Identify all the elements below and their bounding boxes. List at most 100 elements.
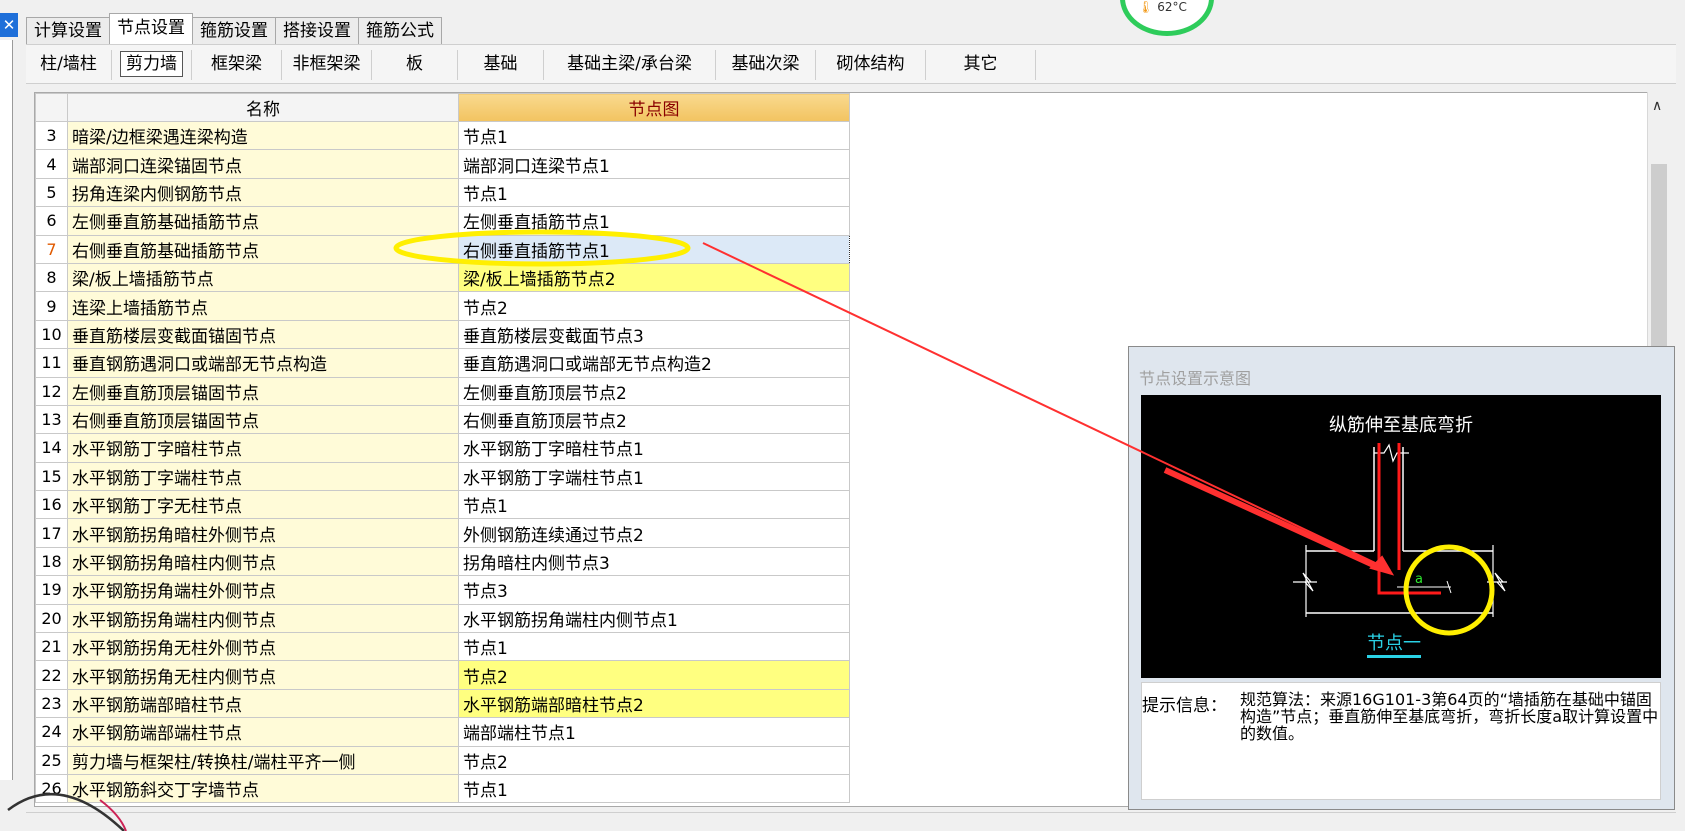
node-diagram-column-header: 节点图 xyxy=(458,93,850,122)
node-diagram-cell[interactable]: 端部端柱节点1 xyxy=(458,717,850,747)
node-diagram-cell[interactable]: 节点1 xyxy=(458,632,850,662)
subtab-non-frame-beam[interactable]: 非框架梁 xyxy=(282,50,372,80)
tab-node-settings[interactable]: 节点设置 xyxy=(109,13,193,44)
table-row[interactable]: 4 端部洞口连梁锚固节点 端部洞口连梁节点1 xyxy=(35,149,850,179)
subtab-label: 框架梁 xyxy=(211,54,262,74)
table-row[interactable]: 14 水平钢筋丁字暗柱节点 水平钢筋丁字暗柱节点1 xyxy=(35,433,850,463)
subtab-label: 柱/墙柱 xyxy=(40,54,97,74)
setting-name-cell: 端部洞口连梁锚固节点 xyxy=(67,149,459,179)
node-diagram-cell[interactable]: 节点2 xyxy=(458,291,850,321)
setting-name-cell: 左侧垂直筋基础插筋节点 xyxy=(67,206,459,236)
tab-lap-settings[interactable]: 搭接设置 xyxy=(275,17,359,44)
row-number: 26 xyxy=(35,773,68,804)
subtab-label: 砌体结构 xyxy=(836,54,905,74)
row-number-header xyxy=(35,93,68,122)
node-diagram-cell[interactable]: 左侧垂直插筋节点1 xyxy=(458,206,850,236)
table-row[interactable]: 9 连梁上墙插筋节点 节点2 xyxy=(35,291,850,321)
node-diagram-cell[interactable]: 水平钢筋端部暗柱节点2 xyxy=(458,688,850,719)
table-row[interactable]: 20 水平钢筋拐角端柱内侧节点 水平钢筋拐角端柱内侧节点1 xyxy=(35,603,850,634)
subtab-column[interactable]: 柱/墙柱 xyxy=(26,50,112,80)
subtab-other[interactable]: 其它 xyxy=(926,50,1036,80)
row-number: 7 xyxy=(35,234,68,264)
table-row[interactable]: 25 剪力墙与框架柱/转换柱/端柱平齐一侧 节点2 xyxy=(35,745,850,775)
row-number: 18 xyxy=(35,546,68,577)
row-number: 10 xyxy=(35,319,68,350)
subtab-frame-beam[interactable]: 框架梁 xyxy=(192,50,282,80)
table-row[interactable]: 24 水平钢筋端部端柱节点 端部端柱节点1 xyxy=(35,717,850,747)
table-row[interactable]: 18 水平钢筋拐角暗柱内侧节点 拐角暗柱内侧节点3 xyxy=(35,546,850,577)
setting-name-cell: 左侧垂直筋顶层锚固节点 xyxy=(67,376,459,406)
subtab-slab[interactable]: 板 xyxy=(372,50,458,80)
table-row[interactable]: 7 右侧垂直筋基础插筋节点 右侧垂直插筋节点1 xyxy=(35,234,850,264)
table-row[interactable]: 12 左侧垂直筋顶层锚固节点 左侧垂直筋顶层节点2 xyxy=(35,376,850,406)
tab-calc-settings[interactable]: 计算设置 xyxy=(26,17,110,44)
node-diagram-cell[interactable]: 梁/板上墙插筋节点2 xyxy=(458,262,850,293)
row-number: 5 xyxy=(35,177,68,208)
setting-name-cell: 垂直钢筋遇洞口或端部无节点构造 xyxy=(67,348,459,378)
node-diagram-cell[interactable]: 垂直筋遇洞口或端部无节点构造2 xyxy=(458,348,850,378)
table-row[interactable]: 23 水平钢筋端部暗柱节点 水平钢筋端部暗柱节点2 xyxy=(35,688,850,719)
subtab-foundation[interactable]: 基础 xyxy=(458,50,544,80)
node-diagram-cell[interactable]: 右侧垂直筋顶层节点2 xyxy=(458,404,850,435)
subtab-shear-wall[interactable]: 剪力墙 xyxy=(112,50,192,80)
tab-stirrup-formula[interactable]: 箍筋公式 xyxy=(358,17,442,44)
subtab-label: 非框架梁 xyxy=(292,54,361,74)
table-row[interactable]: 6 左侧垂直筋基础插筋节点 左侧垂直插筋节点1 xyxy=(35,206,850,236)
row-number: 16 xyxy=(35,490,68,520)
node-diagram-cell[interactable]: 右侧垂直插筋节点1 xyxy=(458,234,850,264)
component-type-bar: 柱/墙柱 剪力墙 框架梁 非框架梁 板 基础 基础主梁/承台梁 基础次梁 砌体结… xyxy=(26,44,1676,84)
setting-name-cell: 水平钢筋拐角端柱外侧节点 xyxy=(67,575,459,605)
node-diagram-cell[interactable]: 水平钢筋丁字暗柱节点1 xyxy=(458,433,850,463)
dimension-a-label: a xyxy=(1415,572,1423,587)
setting-name-cell: 水平钢筋端部暗柱节点 xyxy=(67,688,459,719)
setting-name-cell: 水平钢筋拐角暗柱内侧节点 xyxy=(67,546,459,577)
node-diagram-canvas: 纵筋伸至基底弯折 a 节点一 xyxy=(1141,395,1661,678)
setting-name-cell: 水平钢筋拐角端柱内侧节点 xyxy=(67,603,459,634)
row-number: 25 xyxy=(35,745,68,775)
table-row[interactable]: 8 梁/板上墙插筋节点 梁/板上墙插筋节点2 xyxy=(35,262,850,293)
node-diagram-cell[interactable]: 节点2 xyxy=(458,745,850,775)
scroll-up-icon[interactable]: ∧ xyxy=(1652,98,1662,114)
node-diagram-cell[interactable]: 节点2 xyxy=(458,660,850,690)
subtab-foundation-main-beam[interactable]: 基础主梁/承台梁 xyxy=(544,50,716,80)
node-diagram-cell[interactable]: 垂直筋楼层变截面节点3 xyxy=(458,319,850,350)
node-diagram-cell[interactable]: 节点1 xyxy=(458,177,850,208)
row-number: 15 xyxy=(35,461,68,492)
table-row[interactable]: 15 水平钢筋丁字端柱节点 水平钢筋丁字端柱节点1 xyxy=(35,461,850,492)
subtab-foundation-secondary-beam[interactable]: 基础次梁 xyxy=(716,50,816,80)
node-name-label: 节点一 xyxy=(1367,629,1421,658)
node-table: 名称 节点图 3 暗梁/边框梁遇连梁构造 节点1 4 端部洞口连梁锚固节点 端部洞口连梁节… xyxy=(35,93,850,804)
table-row[interactable]: 26 水平钢筋斜交丁字墙节点 节点1 xyxy=(35,773,850,804)
node-diagram-cell[interactable]: 水平钢筋拐角端柱内侧节点1 xyxy=(458,603,850,634)
row-number: 8 xyxy=(35,262,68,293)
tab-stirrup-settings[interactable]: 箍筋设置 xyxy=(192,17,276,44)
node-diagram-cell[interactable]: 左侧垂直筋顶层节点2 xyxy=(458,376,850,406)
node-diagram-cell[interactable]: 节点1 xyxy=(458,120,850,151)
setting-name-cell: 垂直筋楼层变截面锚固节点 xyxy=(67,319,459,350)
status-bar xyxy=(26,812,1676,831)
preview-title: 节点设置示意图 xyxy=(1139,369,1252,388)
subtab-masonry[interactable]: 砌体结构 xyxy=(816,50,926,80)
table-row[interactable]: 19 水平钢筋拐角端柱外侧节点 节点3 xyxy=(35,575,850,605)
node-diagram-cell[interactable]: 拐角暗柱内侧节点3 xyxy=(458,546,850,577)
node-diagram-cell[interactable]: 外侧钢筋连续通过节点2 xyxy=(458,518,850,548)
node-diagram-cell[interactable]: 节点1 xyxy=(458,490,850,520)
setting-name-cell: 暗梁/边框梁遇连梁构造 xyxy=(67,120,459,151)
table-row[interactable]: 17 水平钢筋拐角暗柱外侧节点 外侧钢筋连续通过节点2 xyxy=(35,518,850,548)
table-row[interactable]: 10 垂直筋楼层变截面锚固节点 垂直筋楼层变截面节点3 xyxy=(35,319,850,350)
table-row[interactable]: 5 拐角连梁内侧钢筋节点 节点1 xyxy=(35,177,850,208)
temperature-readout: 🌡 62°C xyxy=(1138,0,1187,14)
table-row[interactable]: 22 水平钢筋拐角无柱内侧节点 节点2 xyxy=(35,660,850,690)
setting-name-cell: 水平钢筋斜交丁字墙节点 xyxy=(67,773,459,804)
table-row[interactable]: 16 水平钢筋丁字无柱节点 节点1 xyxy=(35,490,850,520)
table-row[interactable]: 11 垂直钢筋遇洞口或端部无节点构造 垂直筋遇洞口或端部无节点构造2 xyxy=(35,348,850,378)
table-row[interactable]: 21 水平钢筋拐角无柱外侧节点 节点1 xyxy=(35,632,850,662)
node-diagram-cell[interactable]: 节点1 xyxy=(458,773,850,804)
table-row[interactable]: 3 暗梁/边框梁遇连梁构造 节点1 xyxy=(35,120,850,151)
node-diagram-cell[interactable]: 水平钢筋丁字端柱节点1 xyxy=(458,461,850,492)
node-diagram-cell[interactable]: 端部洞口连梁节点1 xyxy=(458,149,850,179)
node-diagram-cell[interactable]: 节点3 xyxy=(458,575,850,605)
table-row[interactable]: 13 右侧垂直筋顶层锚固节点 右侧垂直筋顶层节点2 xyxy=(35,404,850,435)
scroll-thumb[interactable] xyxy=(1651,164,1667,364)
close-icon[interactable]: ✕ xyxy=(0,13,18,37)
